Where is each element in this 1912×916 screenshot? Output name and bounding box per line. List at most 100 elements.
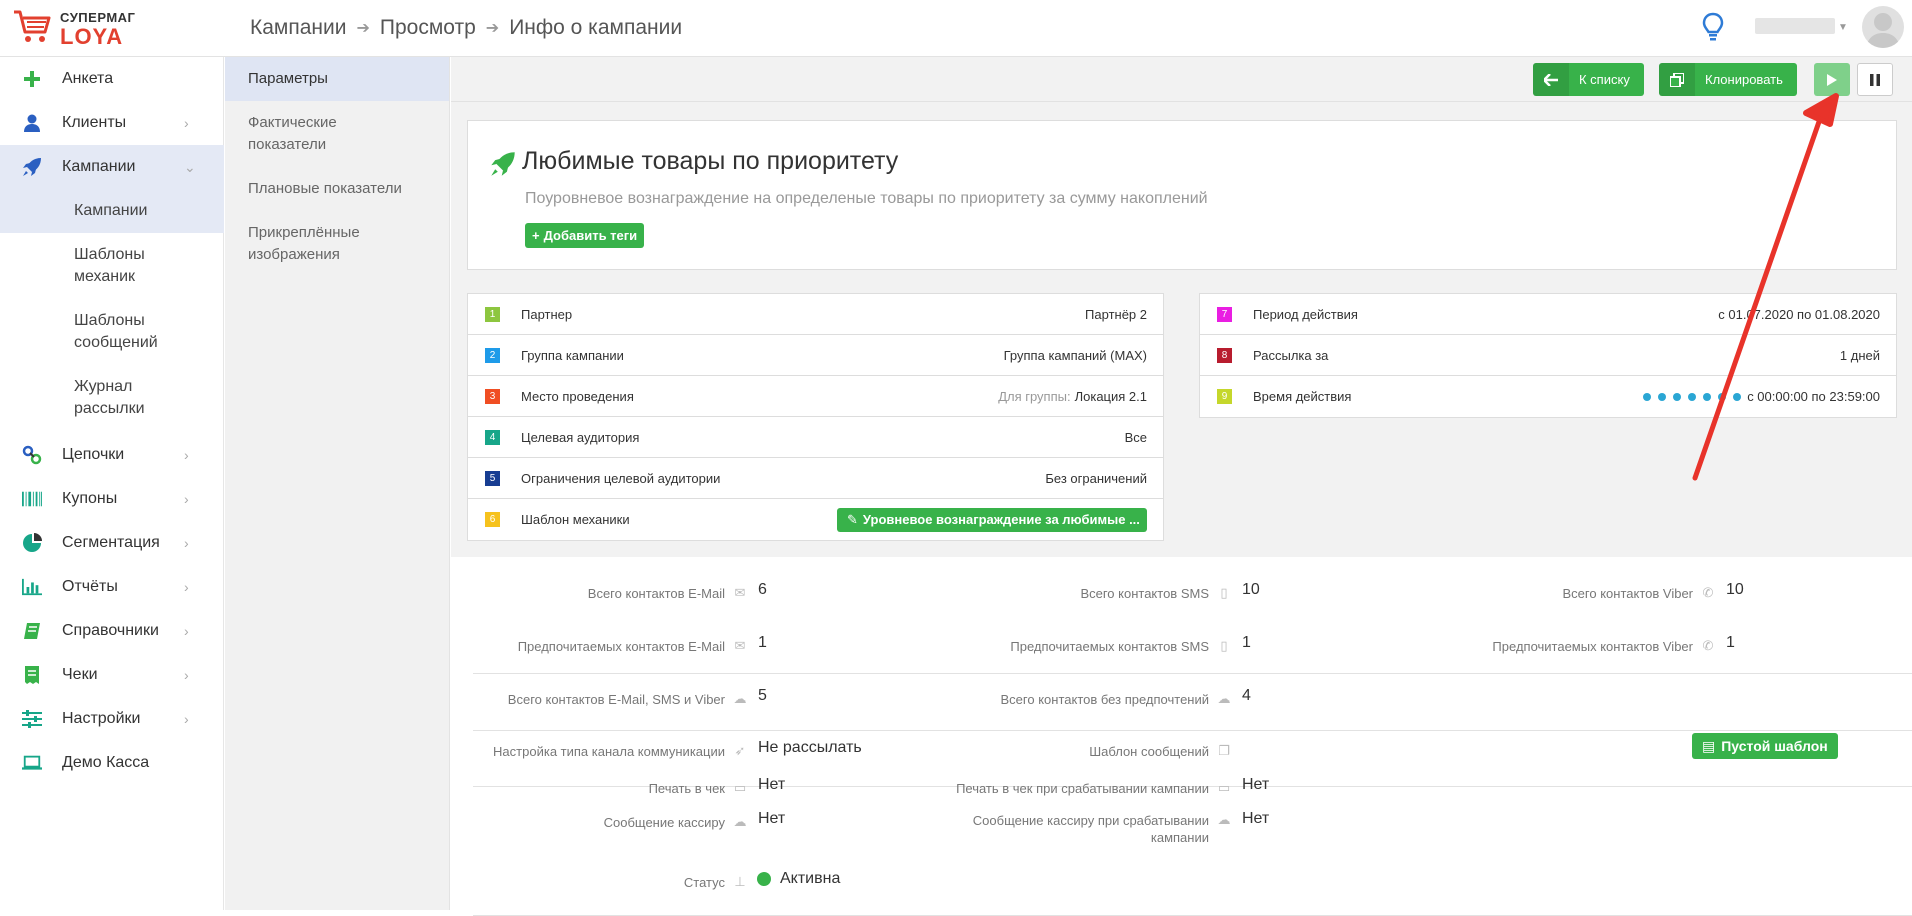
sidebar-item-clients[interactable]: Клиенты › [0,101,224,145]
sidebar-item-segmentation[interactable]: Сегментация › [0,521,224,565]
stat-label: Настройка типа канала коммуникации ➶ [451,741,747,761]
stat-label-text: Сообщение кассиру при срабатывании кампан… [973,812,1209,846]
param-row-partner: 1 Партнер Партнёр 2 [468,294,1163,335]
stat-value-nopref: 4 [1242,687,1251,704]
sidebar-item-chains[interactable]: Цепочки › [0,433,224,477]
subnav-attached-images[interactable]: Прикреплённые изображения [225,211,449,277]
stat-value-cashier: Нет [758,810,786,827]
cart-logo-icon [14,10,51,42]
stat-label: Всего контактов SMS ▯ [901,583,1231,603]
back-to-list-button[interactable]: К списку [1533,63,1644,96]
app-header: СУПЕРМАГ LOYA Кампании ➔ Просмотр ➔ Инфо… [0,0,1912,57]
chevron-right-icon: › [184,491,189,507]
receipt-icon [22,665,42,685]
subnav-parameters[interactable]: Параметры [225,57,449,101]
sidebar-sub-campaigns[interactable]: Кампании [0,189,224,233]
campaign-description: Поуровневое вознаграждение на определены… [525,190,1208,207]
stat-label-text: Всего контактов без предпочтений [1000,691,1209,707]
param-row-audience-limits: 5 Ограничения целевой аудитории Без огра… [468,458,1163,499]
sidebar-item-settings[interactable]: Настройки › [0,697,224,741]
param-value: с 01.07.2020 по 01.08.2020 [1718,306,1880,322]
sidebar-sub-message-templates[interactable]: Шаблоны сообщений [0,299,224,365]
stat-value-print: Нет [758,776,786,793]
chat-icon: ☁ [1217,691,1231,706]
arrow-left-icon [1533,63,1569,96]
chevron-right-icon: › [184,623,189,639]
pause-button[interactable] [1857,63,1893,96]
breadcrumb-view[interactable]: Просмотр [380,16,476,40]
param-value: Без ограничений [1045,470,1147,486]
stat-label-text: Шаблон сообщений [1089,743,1209,759]
param-label: Ограничения целевой аудитории [521,470,721,486]
copy-icon: ❐ [1218,743,1230,758]
sidebar-sub-mechanics-templates[interactable]: Шаблоны механик [0,233,224,299]
param-value: Все [1124,429,1147,445]
param-value-prefix: Для группы: [998,388,1071,404]
chat-icon: ☁ [733,814,747,829]
subnav-planned-metrics[interactable]: Плановые показатели [225,167,449,211]
stat-label-text: Печать в чек при срабатывании кампании [956,780,1209,796]
param-value: Партнёр 2 [1085,306,1147,322]
status-indicator [757,872,771,886]
message-template-badge[interactable]: ▤ Пустой шаблон [1692,733,1838,759]
stat-label-text: Статус [683,874,725,890]
sidebar-item-label: Демо Касса [62,754,150,771]
sidebar-sub-mailing-log[interactable]: Журнал рассылки [0,365,224,431]
param-row-mailing: 8 Рассылка за 1 дней [1200,335,1896,376]
lightbulb-icon[interactable] [1702,12,1724,42]
caret-down-icon[interactable]: ▼ [1838,22,1848,33]
param-value: 1 дней [1839,347,1880,363]
params-table-right: 7 Период действия с 01.07.2020 по 01.08.… [1199,293,1897,418]
sidebar-item-references[interactable]: Справочники › [0,609,224,653]
param-value-text: Локация 2.1 [1074,388,1147,404]
sidebar-item-receipts[interactable]: Чеки › [0,653,224,697]
stat-label-line2: кампании [1150,830,1209,845]
start-button[interactable] [1814,63,1850,96]
main-content: К списку Клонировать Любимые товары по п… [451,57,1912,916]
stat-label: Печать в чек ▭ [451,778,747,798]
param-label: Время действия [1253,389,1352,404]
list-icon: ▤ [1702,737,1716,754]
weekday-dots [1643,392,1742,401]
mechanics-template-link[interactable]: ✎ Уровневое вознаграждение за любимые ..… [837,507,1147,532]
param-label: Рассылка за [1253,347,1329,363]
sidebar-item-campaigns[interactable]: Кампании ⌄ [0,145,224,189]
sidebar-sub-label: Кампании [74,202,148,219]
stat-value-sms-total: 10 [1242,581,1260,598]
param-value: с 00:00:00 по 23:59:00 [1643,389,1880,404]
avatar[interactable] [1862,6,1904,48]
sidebar-item-anketa[interactable]: Анкета [0,57,224,101]
param-label: Шаблон механики [521,512,630,527]
sidebar-item-coupons[interactable]: Купоны › [0,477,224,521]
param-label: Партнер [521,306,573,322]
param-value: Группа кампаний (MAX) [1003,347,1147,363]
divider [473,673,1912,674]
logo[interactable]: СУПЕРМАГ LOYA [12,6,212,50]
pin-icon: ⊥ [734,874,746,889]
param-row-location: 3 Место проведения Для группы: Локация 2… [468,376,1163,417]
user-name-blurred[interactable] [1755,18,1835,34]
arrow-right-icon: ➔ [356,20,370,37]
chevron-right-icon: › [184,579,189,595]
clone-button[interactable]: Клонировать [1659,63,1797,96]
add-tags-button[interactable]: + Добавить теги [525,223,645,248]
sidebar-sub-label: Журнал рассылки [74,378,145,417]
sidebar-item-demo-cashbox[interactable]: Демо Касса [0,741,224,785]
sidebar-item-label: Анкета [62,70,114,87]
subnav-actual-metrics[interactable]: Фактические показатели [225,101,449,167]
rocket-icon [22,157,42,177]
viber-icon: ✆ [1702,585,1714,600]
sidebar-item-label: Справочники [62,622,159,639]
stat-value-all: 5 [758,687,767,704]
bar-chart-icon [22,577,42,597]
chevron-right-icon: › [184,667,189,683]
paperclip-icon: ✎ [847,511,858,527]
sidebar-item-reports[interactable]: Отчёты › [0,565,224,609]
breadcrumb-campaigns[interactable]: Кампании [250,16,346,40]
stat-label: Предпочитаемых контактов E-Mail ✉ [451,636,747,656]
chevron-right-icon: › [184,447,189,463]
param-number: 6 [485,512,500,527]
sidebar-item-label: Клиенты [62,114,127,131]
stat-label-text: Сообщение кассиру [603,814,725,830]
add-tags-label: Добавить теги [543,228,638,243]
